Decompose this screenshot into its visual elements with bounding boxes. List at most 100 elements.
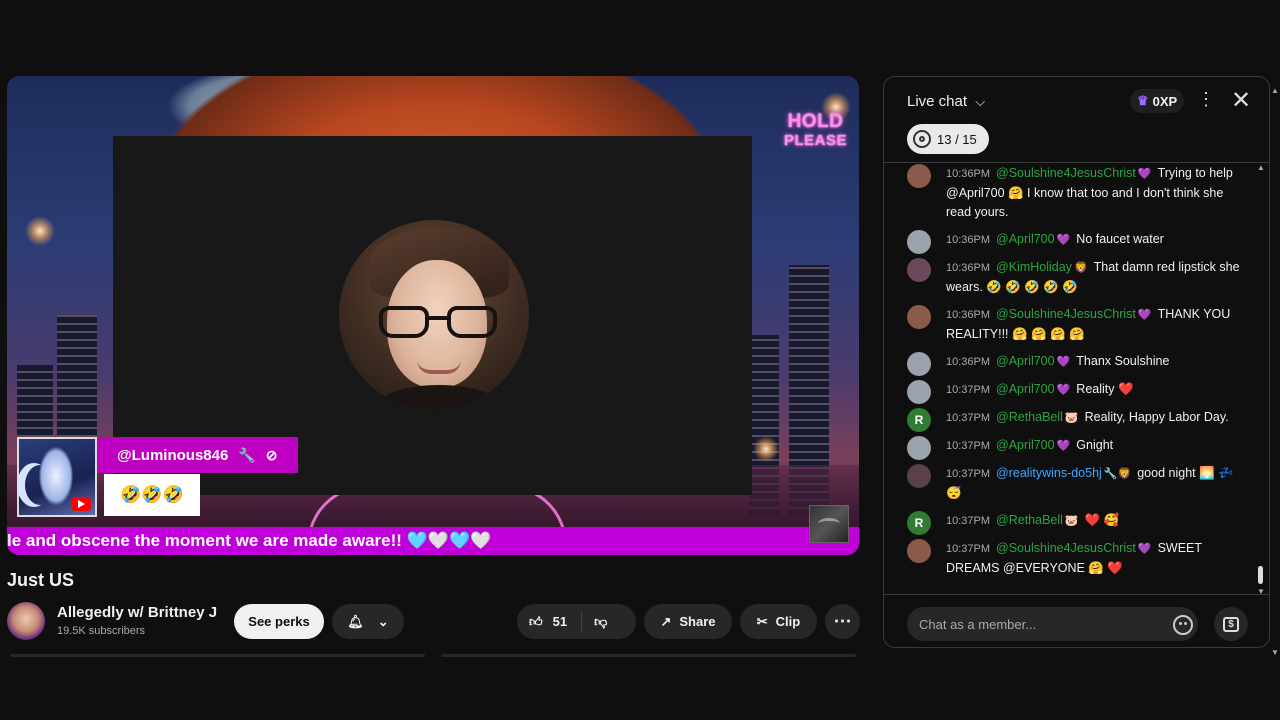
channel-name[interactable]: Allegedly w/ Brittney J xyxy=(57,604,217,621)
chat-author-name[interactable]: @KimHoliday xyxy=(996,260,1072,274)
member-badge-icon: 💜 xyxy=(1137,168,1152,180)
chat-author-avatar[interactable] xyxy=(907,380,931,404)
member-badge-icon: 💜 xyxy=(1056,234,1071,246)
street-light xyxy=(25,216,55,246)
overlay-username-banner: @Luminous846 🔧 ⊘ xyxy=(97,437,298,473)
clip-label: Clip xyxy=(775,614,801,629)
street-light xyxy=(753,436,779,462)
chat-author-avatar[interactable] xyxy=(907,464,931,488)
page-scroll-down-icon[interactable]: ▼ xyxy=(1271,648,1279,657)
chat-message[interactable]: R 10:37PM @RethaBell 🐷 ❤️ 🥰 xyxy=(884,511,1256,535)
dislike-button[interactable]: 👎︎ xyxy=(582,614,607,630)
chat-author-avatar[interactable] xyxy=(907,305,931,329)
overlay-username: @Luminous846 xyxy=(117,446,229,464)
member-badge-icon: 🐷 xyxy=(1064,515,1079,527)
chat-timestamp: 10:36PM xyxy=(946,262,991,274)
wrench-icon: 🔧 xyxy=(238,446,256,463)
overlay-avatar xyxy=(17,437,97,517)
chat-goal-chip[interactable]: 13 / 15 xyxy=(907,124,989,154)
chat-menu-button[interactable]: ⋮ xyxy=(1197,89,1215,110)
chat-message[interactable]: 10:36PM @Soulshine4JesusChrist 💜 Trying to … xyxy=(884,164,1256,222)
overlay-message: 🤣🤣🤣 xyxy=(104,474,200,516)
member-badge-icon: 💜 xyxy=(1056,356,1071,368)
chat-timestamp: 10:37PM xyxy=(946,543,991,555)
chat-author-name[interactable]: @RethaBell xyxy=(996,513,1063,527)
chat-author-name[interactable]: @Soulshine4JesusChrist xyxy=(996,166,1136,180)
chat-message[interactable]: 10:36PM @April700 💜 No faucet water xyxy=(884,230,1256,254)
see-perks-button[interactable]: See perks xyxy=(234,604,324,639)
chat-message-text: No faucet water xyxy=(1076,232,1164,246)
notifications-button[interactable]: 🔔︎ ⌄ xyxy=(332,604,404,639)
video-player[interactable]: HOLD PLEASE @Luminous846 🔧 ⊘ 🤣🤣🤣 le and … xyxy=(7,76,859,555)
member-badge-icon: 🔧🦁 xyxy=(1103,468,1132,480)
chat-timestamp: 10:37PM xyxy=(946,412,991,424)
chat-message[interactable]: 10:36PM @Soulshine4JesusChrist 💜 THANK YOU … xyxy=(884,305,1256,344)
chat-author-avatar[interactable] xyxy=(907,539,931,563)
scrollbar-thumb[interactable] xyxy=(1258,566,1263,584)
chat-author-avatar[interactable] xyxy=(907,230,931,254)
chat-message[interactable]: 10:36PM @KimHoliday 🦁 That damn red lipstic… xyxy=(884,258,1256,297)
xp-badge[interactable]: ♛ 0XP xyxy=(1130,89,1185,113)
target-icon xyxy=(913,130,931,148)
chat-footer: $ xyxy=(884,594,1269,647)
xp-value: 0XP xyxy=(1152,93,1178,109)
emoji-icon[interactable] xyxy=(1173,615,1193,635)
bell-icon: 🔔︎ xyxy=(347,613,364,629)
chat-author-name[interactable]: @RethaBell xyxy=(996,410,1063,424)
page-scroll-up-icon[interactable]: ▲ xyxy=(1271,86,1279,95)
chat-author-name[interactable]: @April700 xyxy=(996,232,1055,246)
description-divider xyxy=(441,654,856,657)
chat-message[interactable]: 10:36PM @April700 💜 Thanx Soulshine xyxy=(884,352,1256,376)
scroll-up-icon[interactable]: ▲ xyxy=(1257,163,1265,172)
chat-author-name[interactable]: @Soulshine4JesusChrist xyxy=(996,541,1136,555)
member-badge-icon: 💜 xyxy=(1056,440,1071,452)
clip-button[interactable]: ✂ Clip xyxy=(740,604,817,639)
like-count: 51 xyxy=(552,614,568,629)
chat-author-name[interactable]: @April700 xyxy=(996,438,1055,452)
chevron-down-icon: ⌵ xyxy=(975,94,986,109)
crown-icon: ♛ xyxy=(1137,93,1149,108)
chat-timestamp: 10:36PM xyxy=(946,356,991,368)
chat-author-name[interactable]: @April700 xyxy=(996,382,1055,396)
chat-timestamp: 10:37PM xyxy=(946,440,991,452)
chat-author-name[interactable]: @April700 xyxy=(996,354,1055,368)
chat-message[interactable]: 10:37PM @April700 💜 Gnight xyxy=(884,436,1256,460)
hold-line1: HOLD xyxy=(787,111,844,132)
chat-message[interactable]: 10:37PM @Soulshine4JesusChrist 💜 SWEET DREA… xyxy=(884,539,1256,578)
chat-message[interactable]: R 10:37PM @RethaBell 🐷 Reality, Happy Labor … xyxy=(884,408,1256,432)
chat-author-name[interactable]: @realitywins-do5hj xyxy=(996,466,1102,480)
news-ticker: le and obscene the moment we are made aw… xyxy=(7,527,859,555)
chat-scrollbar[interactable]: ▲ ▼ xyxy=(1257,163,1265,596)
member-badge-icon: 💜 xyxy=(1137,543,1152,555)
chat-title: Live chat xyxy=(907,93,968,110)
chat-author-avatar[interactable]: R xyxy=(907,408,931,432)
chat-author-name[interactable]: @Soulshine4JesusChrist xyxy=(996,307,1136,321)
more-icon: ⋯ xyxy=(833,611,852,631)
chat-timestamp: 10:37PM xyxy=(946,468,991,480)
chat-input[interactable] xyxy=(907,607,1198,641)
share-button[interactable]: ↗ Share xyxy=(644,604,732,639)
like-button[interactable]: 👍︎ 51 xyxy=(517,610,583,633)
more-actions-button[interactable]: ⋯ xyxy=(825,604,860,639)
chat-author-avatar[interactable] xyxy=(907,436,931,460)
share-label: Share xyxy=(679,614,716,629)
scissors-icon: ✂ xyxy=(756,613,768,629)
chat-timestamp: 10:36PM xyxy=(946,234,991,246)
member-badge-icon: 🦁 xyxy=(1073,262,1088,274)
close-icon[interactable]: ✕ xyxy=(1231,86,1251,115)
chat-author-avatar[interactable] xyxy=(907,352,931,376)
chat-message-text: ❤️ 🥰 xyxy=(1084,513,1120,527)
block-icon: ⊘ xyxy=(265,446,278,463)
chat-author-avatar[interactable] xyxy=(907,258,931,282)
chat-mode-dropdown[interactable]: Live chat ⌵ xyxy=(907,93,985,110)
super-chat-button[interactable]: $ xyxy=(1214,607,1248,641)
chat-message-list[interactable]: 10:36PM @Soulshine4JesusChrist 💜 Trying to … xyxy=(884,164,1256,594)
description-divider xyxy=(10,654,425,657)
chat-author-avatar[interactable]: R xyxy=(907,511,931,535)
dollar-icon: $ xyxy=(1223,616,1239,632)
channel-avatar[interactable] xyxy=(7,602,45,640)
youtube-icon xyxy=(71,497,91,511)
chat-message[interactable]: 10:37PM @April700 💜 Reality ❤️ xyxy=(884,380,1256,404)
chat-author-avatar[interactable] xyxy=(907,164,931,188)
chat-message[interactable]: 10:37PM @realitywins-do5hj 🔧🦁 good night 🌅 … xyxy=(884,464,1256,503)
